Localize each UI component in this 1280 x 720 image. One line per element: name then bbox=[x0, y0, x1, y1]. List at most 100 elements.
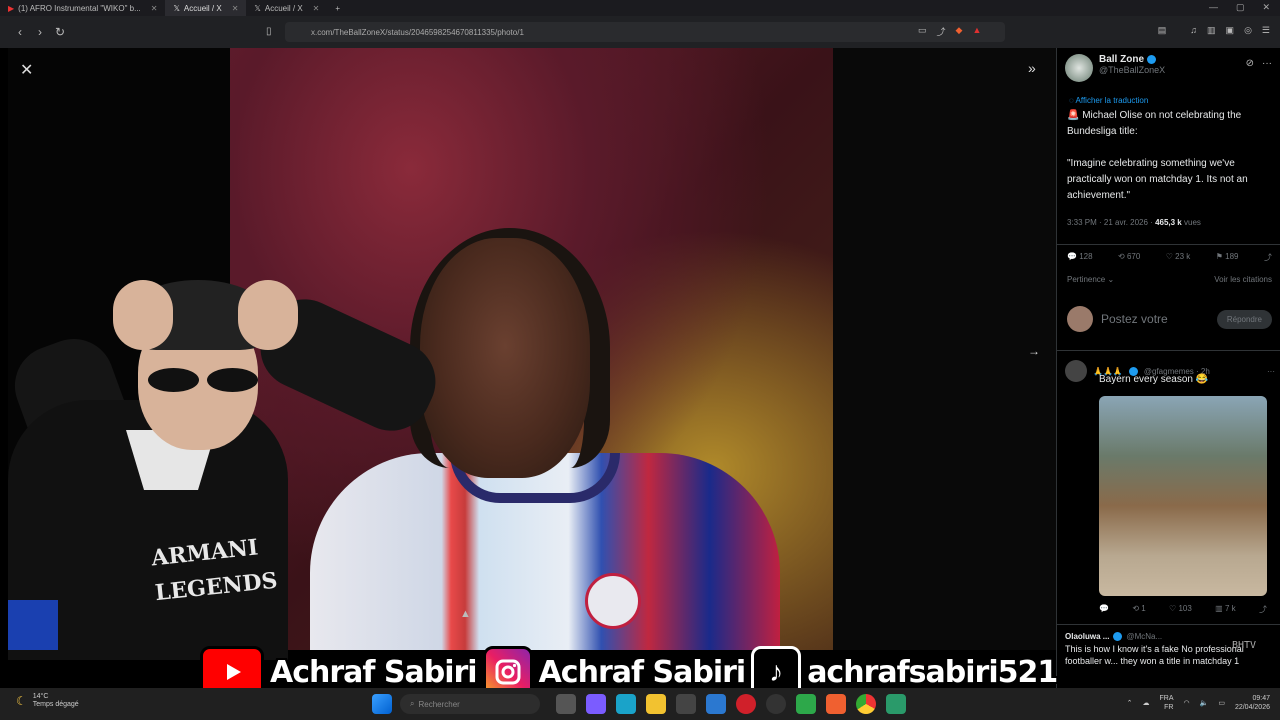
taskbar-search[interactable]: ⌕ Rechercher bbox=[400, 694, 540, 714]
reload-icon[interactable]: ↻ bbox=[50, 25, 70, 39]
battery-icon[interactable]: ▭ bbox=[1218, 699, 1225, 707]
sidebar-icon[interactable]: ▤ bbox=[1158, 25, 1167, 36]
close-viewer-icon[interactable]: ✕ bbox=[20, 60, 33, 80]
sort-dropdown[interactable]: Pertinence ⌄ bbox=[1067, 275, 1114, 284]
close-window-icon[interactable]: ✕ bbox=[1262, 2, 1270, 13]
task-view-icon[interactable] bbox=[556, 694, 576, 714]
tweet-timestamp[interactable]: 3:33 PM · 21 avr. 2026 · bbox=[1067, 218, 1153, 227]
like-button[interactable]: ♡ 23 k bbox=[1166, 252, 1191, 263]
tiktok-name: achrafsabiri521 bbox=[807, 654, 1058, 690]
reply-image[interactable] bbox=[1099, 396, 1267, 596]
music-icon[interactable]: ♫ bbox=[1190, 25, 1197, 36]
bookmark-button[interactable]: ⚑ 189 bbox=[1216, 252, 1239, 263]
reply-button[interactable]: 💬 128 bbox=[1067, 252, 1093, 263]
pinned-apps bbox=[556, 694, 906, 714]
reply-input[interactable]: Postez votre bbox=[1101, 312, 1209, 326]
sort-label: Pertinence bbox=[1067, 275, 1106, 284]
address-bar: ‹ › ↻ ▯ x.com/TheBallZoneX/status/204659… bbox=[0, 16, 1280, 48]
tab-x[interactable]: 𝕏 Accueil / X ✕ bbox=[246, 0, 327, 16]
chevron-up-icon[interactable]: ⌃ bbox=[1127, 699, 1133, 707]
grok-icon[interactable]: ⊘ bbox=[1246, 58, 1254, 69]
reply-button[interactable]: 💬 bbox=[1099, 604, 1109, 615]
share-icon[interactable]: ⤴ bbox=[1264, 252, 1272, 263]
forward-icon[interactable]: › bbox=[30, 25, 50, 39]
search-icon: ⌕ bbox=[410, 699, 415, 708]
play-icon[interactable] bbox=[796, 694, 816, 714]
reply-count: 128 bbox=[1079, 252, 1093, 261]
new-tab-button[interactable]: + bbox=[327, 0, 348, 16]
like-button[interactable]: ♡ 103 bbox=[1169, 604, 1192, 615]
reply-submit-button[interactable]: Répondre bbox=[1216, 309, 1272, 329]
views-button[interactable]: ▥ 7 k bbox=[1215, 604, 1235, 615]
chrome-icon[interactable] bbox=[856, 694, 876, 714]
weather-widget[interactable]: ☾ 14°C Temps dégagé bbox=[16, 693, 79, 710]
vpn-icon[interactable]: ◎ bbox=[1244, 25, 1252, 36]
weather-temp: 14°C bbox=[32, 693, 49, 700]
reply-avatar[interactable] bbox=[1065, 360, 1087, 382]
share-icon[interactable]: ⤴ bbox=[937, 25, 946, 38]
window-controls: — ▢ ✕ bbox=[1209, 2, 1270, 13]
url-text: x.com/TheBallZoneX/status/20465982546708… bbox=[311, 27, 524, 37]
close-tab-icon[interactable]: ✕ bbox=[313, 4, 320, 13]
repost-button[interactable]: ⟲ 670 bbox=[1118, 252, 1140, 263]
volume-icon[interactable]: 🔈 bbox=[1200, 699, 1209, 707]
author-handle[interactable]: @TheBallZoneX bbox=[1099, 65, 1165, 75]
wallet-icon[interactable]: ▣ bbox=[1226, 25, 1235, 36]
weather-desc: Temps dégagé bbox=[32, 701, 79, 709]
wifi-icon[interactable]: ◠ bbox=[1184, 699, 1190, 707]
author-avatar[interactable] bbox=[1065, 54, 1093, 82]
user-avatar bbox=[1067, 306, 1093, 332]
menu-icon[interactable]: ☰ bbox=[1262, 25, 1270, 36]
back-icon[interactable]: ‹ bbox=[10, 25, 30, 39]
tweet-text: 🚨 Michael Olise on not celebrating the B… bbox=[1067, 110, 1248, 201]
screenshot-icon[interactable]: ▭ bbox=[918, 25, 927, 38]
reply-item[interactable]: 🙏🙏🙏 @gfagmemes · 2h ··· Bayern every sea… bbox=[1065, 360, 1275, 614]
brave-icon[interactable] bbox=[826, 694, 846, 714]
file-explorer-icon[interactable] bbox=[646, 694, 666, 714]
tab-x-active[interactable]: 𝕏 Accueil / X ✕ bbox=[165, 0, 247, 16]
streamer-right-hand bbox=[238, 280, 298, 350]
search-placeholder: Rechercher bbox=[418, 699, 460, 709]
tweet-header: Ball Zone @TheBallZoneX bbox=[1065, 54, 1165, 82]
mail-icon[interactable] bbox=[706, 694, 726, 714]
views-count: 7 k bbox=[1224, 604, 1236, 613]
url-field[interactable]: x.com/TheBallZoneX/status/20465982546708… bbox=[285, 22, 1005, 42]
edge-icon[interactable] bbox=[616, 694, 636, 714]
store-icon[interactable] bbox=[676, 694, 696, 714]
club-crest bbox=[585, 573, 641, 629]
translate-link[interactable]: ◌ Afficher la traduction bbox=[1069, 96, 1148, 105]
share-icon[interactable]: ⤴ bbox=[1259, 604, 1267, 615]
close-tab-icon[interactable]: ✕ bbox=[151, 4, 158, 13]
tab-label: Accueil / X bbox=[183, 3, 222, 13]
collapse-sidebar-icon[interactable]: » bbox=[1028, 60, 1036, 76]
more-options-icon[interactable]: ··· bbox=[1267, 367, 1275, 376]
youtube-channel-name: Achraf Sabiri bbox=[270, 654, 478, 690]
view-quotes-link[interactable]: Voir les citations bbox=[1214, 275, 1272, 284]
more-options-icon[interactable]: ··· bbox=[1262, 58, 1272, 69]
bookmark-count: 189 bbox=[1225, 252, 1239, 261]
windows-start-icon[interactable] bbox=[372, 694, 392, 714]
views-label: vues bbox=[1184, 218, 1201, 227]
minimize-icon[interactable]: — bbox=[1209, 2, 1218, 13]
clock[interactable]: 09:47 22/04/2026 bbox=[1235, 694, 1270, 712]
tab-youtube[interactable]: ▶ (1) AFRO Instrumental "WIKO" b... ✕ bbox=[0, 0, 165, 16]
panel-icon[interactable]: ▥ bbox=[1207, 25, 1216, 36]
obs-icon[interactable] bbox=[766, 694, 786, 714]
maximize-icon[interactable]: ▢ bbox=[1236, 2, 1245, 13]
like-count: 103 bbox=[1178, 604, 1192, 613]
bookmark-page-icon[interactable]: ▯ bbox=[266, 26, 272, 37]
rewards-icon[interactable]: ▲ bbox=[972, 25, 981, 38]
tweet-header-actions: ⊘ ··· bbox=[1246, 58, 1272, 69]
app-icon[interactable] bbox=[886, 694, 906, 714]
opera-icon[interactable] bbox=[736, 694, 756, 714]
instagram-name: Achraf Sabiri bbox=[538, 654, 747, 690]
onedrive-icon[interactable]: ☁ bbox=[1143, 699, 1150, 707]
chat-icon[interactable] bbox=[586, 694, 606, 714]
streamer-left-hand bbox=[113, 280, 173, 350]
brave-shield-icon[interactable]: ◆ bbox=[956, 25, 963, 38]
repost-button[interactable]: ⟲ 1 bbox=[1132, 604, 1145, 615]
next-photo-icon[interactable]: → bbox=[1028, 344, 1040, 358]
language-indicator[interactable]: FRA FR bbox=[1160, 694, 1174, 712]
author-name-row[interactable]: Ball Zone bbox=[1099, 54, 1165, 65]
close-tab-icon[interactable]: ✕ bbox=[232, 4, 239, 13]
